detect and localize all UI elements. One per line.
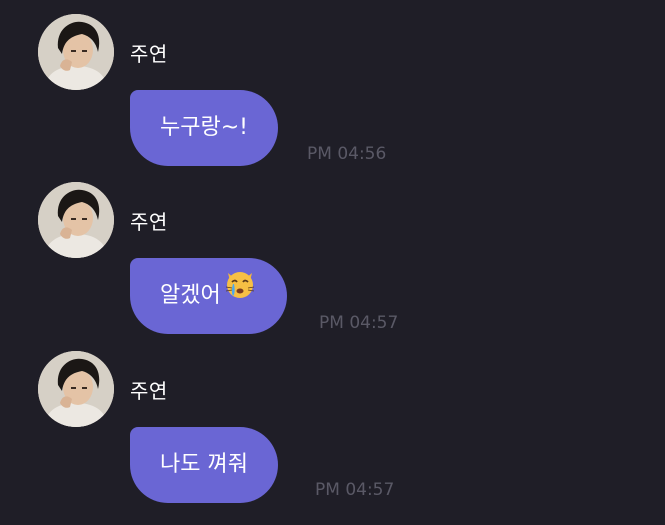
message-bubble[interactable]: 나도 껴줘 — [130, 427, 278, 503]
message-bubble[interactable]: 알겠어 — [130, 258, 287, 334]
message-text: 누구랑~! — [160, 115, 248, 140]
message-timestamp: PM 04:57 — [319, 313, 399, 333]
message-group: 주연 나도 껴줘 PM 04:57 — [0, 337, 665, 505]
avatar[interactable] — [38, 14, 114, 90]
crying-cat-emoji-icon — [223, 256, 257, 332]
message-group: 주연 누구랑~! PM 04:56 — [0, 0, 665, 168]
profile-photo-icon — [38, 14, 114, 90]
message-text: 나도 껴줘 — [160, 452, 248, 477]
profile-photo-icon — [38, 351, 114, 427]
avatar[interactable] — [38, 351, 114, 427]
message-bubble[interactable]: 누구랑~! — [130, 90, 278, 166]
avatar[interactable] — [38, 182, 114, 258]
message-timestamp: PM 04:56 — [307, 144, 387, 164]
profile-photo-icon — [38, 182, 114, 258]
message-text: 알겠어 — [160, 283, 221, 308]
sender-name: 주연 — [130, 42, 168, 66]
message-timestamp: PM 04:57 — [315, 480, 395, 500]
sender-name: 주연 — [130, 210, 168, 234]
message-group: 주연 알겠어 PM 04:57 — [0, 168, 665, 336]
sender-name: 주연 — [130, 379, 168, 403]
